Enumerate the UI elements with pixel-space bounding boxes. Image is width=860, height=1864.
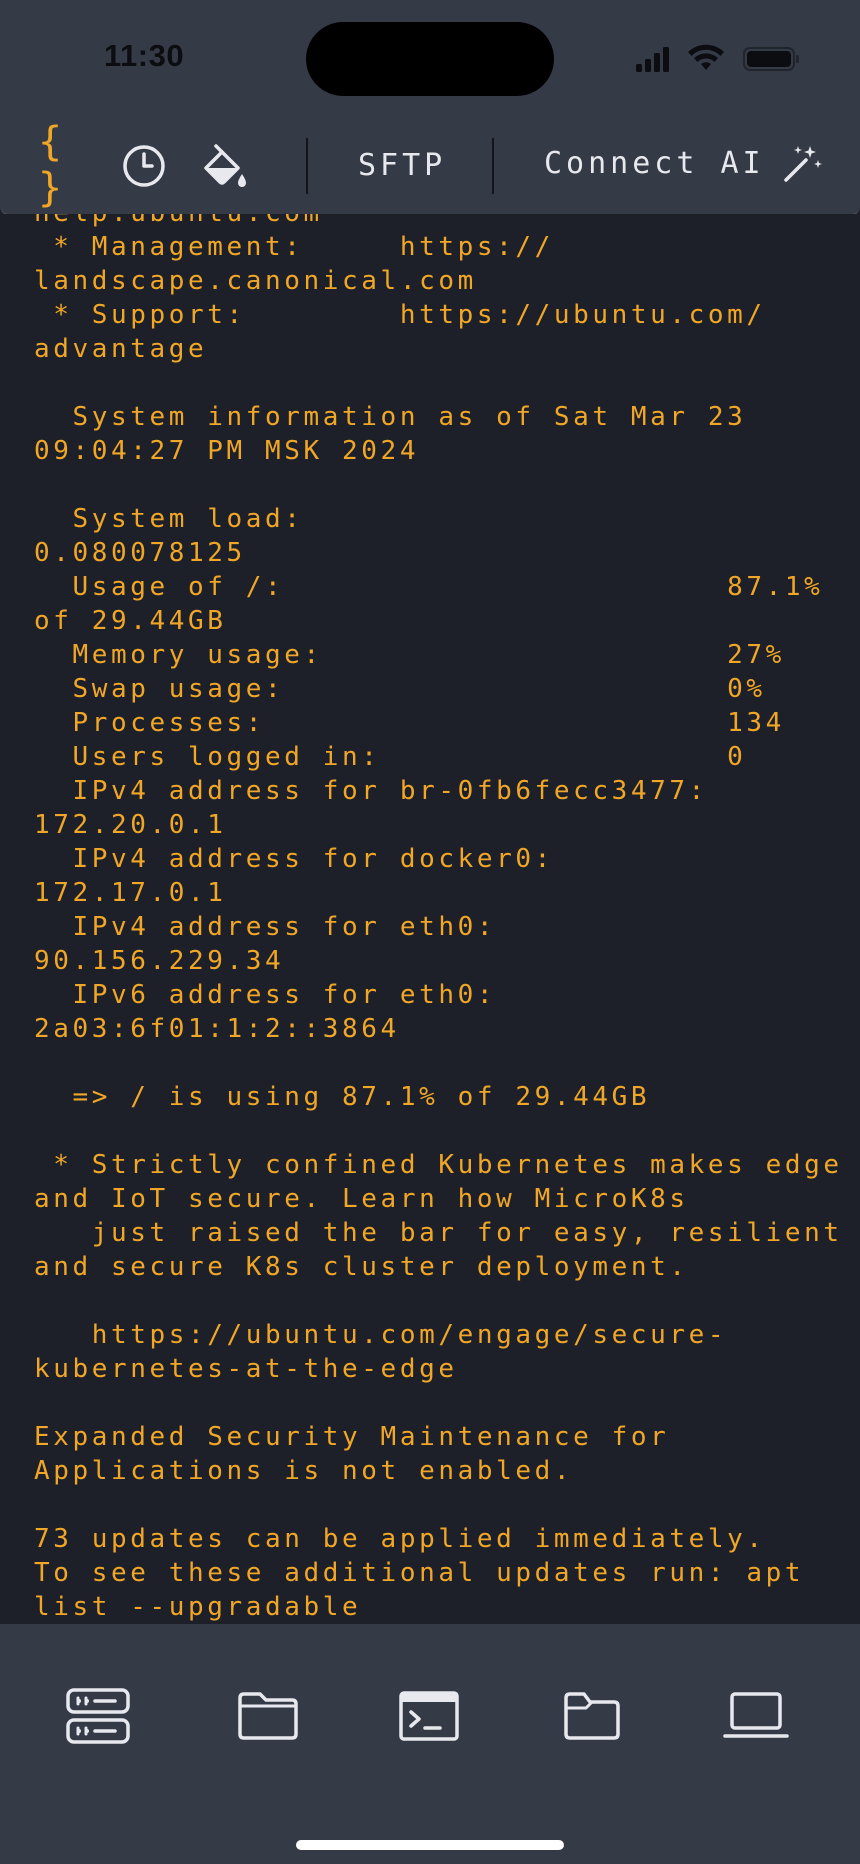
history-clock-icon[interactable] bbox=[118, 140, 170, 192]
terminal-line: To see these additional updates run: apt bbox=[34, 1558, 805, 1588]
terminal-line: Usage of /: 87.1% bbox=[34, 572, 824, 602]
wifi-icon bbox=[688, 44, 724, 70]
terminal-line: Users logged in: 0 bbox=[34, 742, 747, 772]
status-time: 11:30 bbox=[104, 38, 185, 73]
terminal-line: and secure K8s cluster deployment. bbox=[34, 1252, 689, 1282]
status-bar: 11:30 bbox=[0, 0, 860, 118]
terminal-line: just raised the bar for easy, resilient bbox=[34, 1218, 843, 1248]
connect-ai-button[interactable]: Connect AI bbox=[544, 146, 765, 181]
terminal-line: 90.156.229.34 bbox=[34, 946, 285, 976]
terminal-line: => / is using 87.1% of 29.44GB bbox=[34, 1082, 651, 1112]
sftp-folder-icon[interactable] bbox=[556, 1684, 628, 1748]
terminal-line: IPv4 address for docker0: bbox=[34, 844, 554, 874]
battery-icon bbox=[743, 47, 799, 71]
terminal-line: Expanded Security Maintenance for bbox=[34, 1422, 670, 1452]
terminal-line: IPv6 address for eth0: bbox=[34, 980, 497, 1010]
toolbar-divider bbox=[492, 138, 494, 194]
braces-icon[interactable]: { } bbox=[38, 119, 98, 211]
terminal-line: * Strictly confined Kubernetes makes edg… bbox=[34, 1150, 843, 1180]
terminal-line: advantage bbox=[34, 334, 208, 364]
terminal-line: System information as of Sat Mar 23 bbox=[34, 402, 747, 432]
terminal-line: list --upgradable bbox=[34, 1592, 362, 1622]
terminal-line: System load: bbox=[34, 504, 304, 534]
terminal-line: Applications is not enabled. bbox=[34, 1456, 574, 1486]
terminal-line: of 29.44GB bbox=[34, 606, 227, 636]
toolbar-divider bbox=[306, 138, 308, 194]
terminal-text: help.ubuntu.com * Management: https:// l… bbox=[34, 214, 843, 1624]
local-laptop-icon[interactable] bbox=[720, 1684, 792, 1748]
magic-wand-icon[interactable] bbox=[776, 138, 828, 190]
terminal-line: 172.20.0.1 bbox=[34, 810, 227, 840]
terminal-line: IPv4 address for br-0fb6fecc3477: bbox=[34, 776, 708, 806]
terminal-line: Memory usage: 27% bbox=[34, 640, 785, 670]
bottom-nav-bar bbox=[0, 1624, 860, 1864]
terminal-line: 09:04:27 PM MSK 2024 bbox=[34, 436, 420, 466]
terminal-line: 73 updates can be applied immediately. bbox=[34, 1524, 766, 1554]
terminal-line: Processes: 134 bbox=[34, 708, 785, 738]
terminal-toolbar: { } SFTP Connect AI bbox=[0, 118, 860, 216]
dynamic-island bbox=[306, 22, 554, 96]
terminal-icon[interactable] bbox=[393, 1684, 465, 1748]
terminal-line: help.ubuntu.com bbox=[34, 214, 323, 228]
terminal-line: IPv4 address for eth0: bbox=[34, 912, 497, 942]
paint-bucket-icon[interactable] bbox=[196, 140, 252, 196]
home-indicator[interactable] bbox=[296, 1840, 564, 1850]
sftp-button[interactable]: SFTP bbox=[358, 148, 446, 183]
terminal-line: Swap usage: 0% bbox=[34, 674, 766, 704]
terminal-output[interactable]: help.ubuntu.com * Management: https:// l… bbox=[0, 214, 860, 1624]
terminal-line: https://ubuntu.com/engage/secure- bbox=[34, 1320, 728, 1350]
terminal-line: kubernetes-at-the-edge bbox=[34, 1354, 458, 1384]
terminal-line: 2a03:6f01:1:2::3864 bbox=[34, 1014, 400, 1044]
terminal-line: * Management: https:// bbox=[34, 232, 554, 262]
terminal-line: * Support: https://ubuntu.com/ bbox=[34, 300, 766, 330]
terminal-line: 172.17.0.1 bbox=[34, 878, 227, 908]
signal-icon bbox=[636, 47, 669, 72]
hosts-server-icon[interactable] bbox=[62, 1684, 134, 1748]
terminal-line: and IoT secure. Learn how MicroK8s bbox=[34, 1184, 689, 1214]
status-icons bbox=[634, 44, 804, 74]
terminal-line: 0.080078125 bbox=[34, 538, 246, 568]
terminal-line: landscape.canonical.com bbox=[34, 266, 477, 296]
files-folder-icon[interactable] bbox=[232, 1684, 304, 1748]
